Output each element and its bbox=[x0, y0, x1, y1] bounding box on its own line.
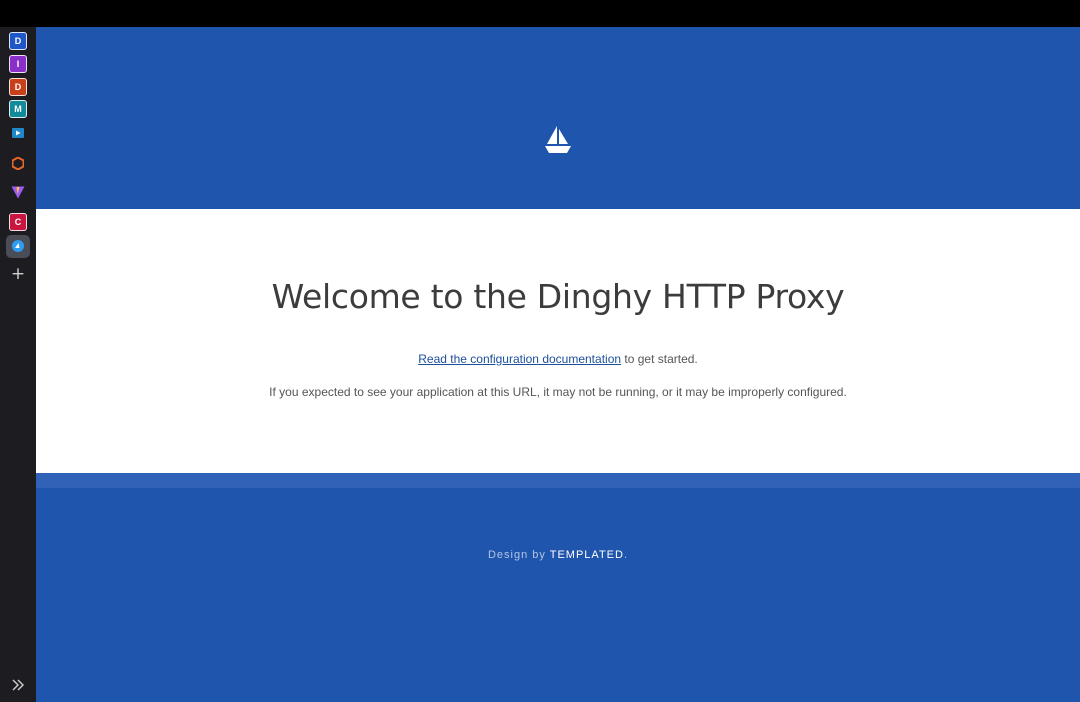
office-app-icon[interactable] bbox=[9, 154, 27, 172]
app-d-icon[interactable]: D bbox=[9, 32, 27, 50]
add-app-icon[interactable]: + bbox=[9, 265, 27, 283]
templated-link[interactable]: TEMPLATED bbox=[550, 549, 624, 561]
app-sidebar: D I D M C + bbox=[0, 27, 36, 702]
sailboat-logo-icon bbox=[544, 125, 572, 154]
page-footer: Design by TEMPLATED. bbox=[36, 488, 1080, 702]
credit-suffix: . bbox=[623, 549, 629, 561]
getting-started-suffix: to get started. bbox=[621, 352, 698, 366]
web-page: Welcome to the Dinghy HTTP Proxy Read th… bbox=[36, 27, 1080, 702]
hero-banner bbox=[36, 27, 1080, 209]
app-c-icon[interactable]: C bbox=[9, 213, 27, 231]
documentation-link[interactable]: Read the configuration documentation bbox=[418, 352, 621, 366]
design-credit: Design by TEMPLATED. bbox=[36, 549, 1080, 561]
getting-started-text: Read the configuration documentation to … bbox=[36, 352, 1080, 366]
app-i-icon[interactable]: I bbox=[9, 55, 27, 73]
app-m-icon[interactable]: M bbox=[9, 100, 27, 118]
dinghy-app-icon[interactable] bbox=[9, 237, 27, 255]
expand-sidebar-icon[interactable] bbox=[9, 676, 27, 694]
vite-app-icon[interactable] bbox=[9, 183, 27, 201]
welcome-section: Welcome to the Dinghy HTTP Proxy Read th… bbox=[36, 209, 1080, 473]
video-app-icon[interactable] bbox=[9, 124, 27, 142]
credit-prefix: Design by bbox=[487, 549, 550, 561]
footer-divider-strip bbox=[36, 473, 1080, 488]
not-running-note: If you expected to see your application … bbox=[269, 385, 847, 399]
window-top-bar bbox=[0, 0, 1080, 27]
app-d2-icon[interactable]: D bbox=[9, 78, 27, 96]
page-title: Welcome to the Dinghy HTTP Proxy bbox=[271, 277, 845, 316]
